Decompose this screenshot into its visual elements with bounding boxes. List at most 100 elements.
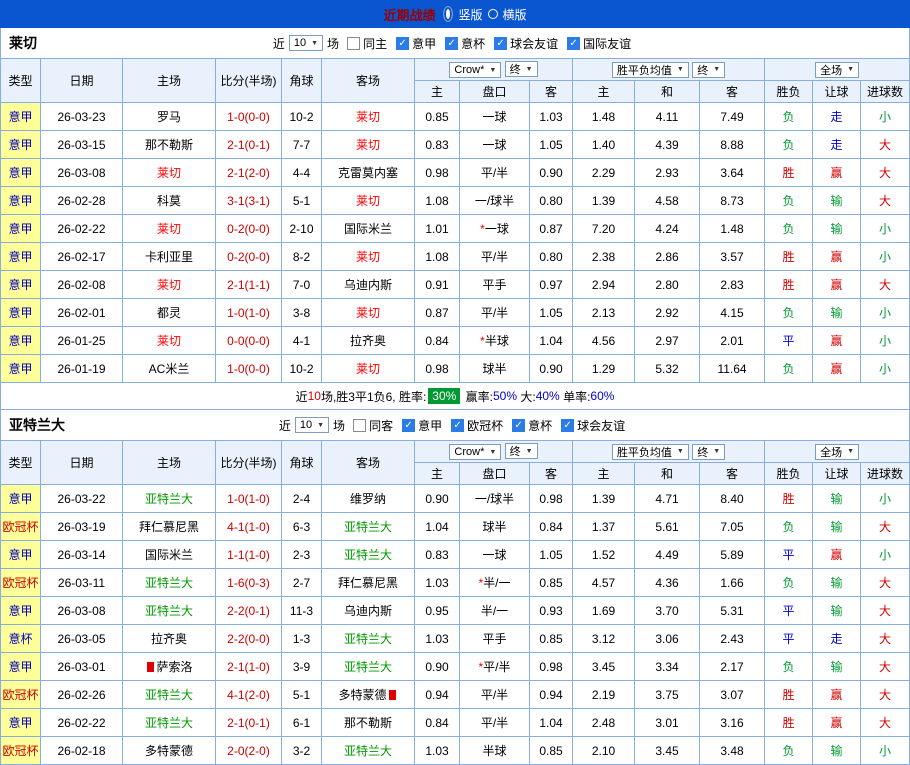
checked-checkbox[interactable]: ✓ [396,36,410,50]
checked-checkbox[interactable]: ✓ [567,36,581,50]
corners: 2-10 [281,214,322,243]
avg-odds-select[interactable]: 胜平负均值 ▼ [611,61,689,78]
col-euro-home: 主 [572,462,636,485]
result-overunder: 大 [860,596,910,625]
away-team: 莱切 [321,186,415,215]
result-wdl: 负 [764,568,814,597]
home-team: 亚特兰大 [122,568,216,597]
table-row: 意甲 26-03-14 国际米兰 1-1(1-0) 2-3 亚特兰大 0.83 一球 1.05 1… [0,540,910,569]
league-type: 意甲 [0,540,41,569]
score: 1-1(1-0) [215,540,282,569]
avg-away-odds: 5.89 [699,540,766,569]
col-corner: 角球 [281,440,322,485]
vertical-radio[interactable] [443,6,454,22]
avg-away-odds: 2.17 [699,652,766,681]
odds-change-star: * [478,576,484,590]
result-wdl: 负 [764,354,814,383]
result-wdl: 负 [764,130,814,159]
bookmaker-select[interactable]: Crow* ▼ [449,62,502,78]
matches-tbody-2: 意甲 26-03-22 亚特兰大 1-0(1-0) 2-4 维罗纳 0.90 一/球半 0.98… [0,484,910,765]
league-type: 意甲 [0,214,41,243]
unchecked-checkbox[interactable] [347,36,361,50]
league-type: 意甲 [0,484,41,513]
avg-home-odds: 1.52 [572,540,636,569]
checked-checkbox[interactable]: ✓ [402,418,416,432]
score: 1-0(1-0) [215,298,282,327]
avg-draw-odds: 4.24 [634,214,701,243]
result-wdl: 负 [764,652,814,681]
handicap-odds-away: 0.94 [528,680,574,709]
match-count-select[interactable]: 10 ▼ [294,417,330,433]
record-summary: 近 10 场,胜3平1负6, 胜率: 30% 赢率: 50% 大: 40% 单率: 60% [0,383,910,410]
result-handicap: 赢 [812,242,862,271]
horizontal-radio[interactable] [487,9,498,19]
home-team: 卡利亚里 [122,242,216,271]
result-handicap: 走 [812,130,862,159]
score: 4-1(1-0) [215,512,282,541]
home-team: 罗马 [122,102,216,131]
result-overunder: 大 [860,512,910,541]
league-type: 欧冠杯 [0,512,41,541]
match-date: 26-03-08 [40,596,123,625]
bookmaker-select[interactable]: Crow* ▼ [449,444,502,460]
table-row: 意甲 26-03-15 那不勒斯 2-1(0-1) 7-7 莱切 0.83 一球 1.05 1.4… [0,130,910,159]
col-type: 类型 [0,440,41,485]
checkbox-label: 球会友谊 [577,418,626,433]
table-row: 欧冠杯 26-03-11 亚特兰大 1-6(0-3) 2-7 拜仁慕尼黑 1.03 *半/一 0… [0,568,910,597]
match-date: 26-03-23 [40,102,123,131]
avg-odds-select[interactable]: 胜平负均值 ▼ [611,443,689,460]
result-wdl: 胜 [764,270,814,299]
unchecked-checkbox[interactable] [353,418,367,432]
col-handicap: 盘口 [459,462,530,485]
handicap-line: 一/球半 [459,484,530,513]
col-date: 日期 [40,58,123,103]
handicap-line: 一球 [459,102,530,131]
final-odds-select[interactable]: 终 ▼ [504,61,538,77]
checked-checkbox[interactable]: ✓ [561,418,575,432]
score: 2-1(1-1) [215,270,282,299]
match-date: 26-03-14 [40,540,123,569]
result-overunder: 大 [860,568,910,597]
away-team: 克雷莫内塞 [321,158,415,187]
checked-checkbox[interactable]: ✓ [451,418,465,432]
score: 1-0(1-0) [215,484,282,513]
match-date: 26-02-17 [40,242,123,271]
checked-checkbox[interactable]: ✓ [512,418,526,432]
score: 2-1(0-1) [215,130,282,159]
final-odds-select[interactable]: 终 ▼ [504,443,538,459]
corners: 2-4 [281,484,322,513]
avg-away-odds: 11.64 [699,354,766,383]
league-type: 意甲 [0,242,41,271]
checked-checkbox[interactable]: ✓ [494,36,508,50]
match-date: 26-03-11 [40,568,123,597]
chevron-down-icon: ▼ [713,66,721,73]
avg-away-odds: 1.48 [699,214,766,243]
score: 0-2(0-0) [215,242,282,271]
result-handicap: 赢 [812,326,862,355]
team-name: 亚特兰大 [9,417,65,433]
team-section-header-2: 亚特兰大 近 10 ▼ 场 同客 ✓ 意甲 ✓ 欧冠杯 ✓ 意杯 ✓ 球会友谊 [0,410,910,440]
scope-select[interactable]: 全场 ▼ [815,443,860,460]
table-row: 意甲 26-02-22 莱切 0-2(0-0) 2-10 国际米兰 1.01 *一球 0.87 7… [0,214,910,243]
scope-select[interactable]: 全场 ▼ [815,61,860,78]
handicap-odds-away: 0.85 [528,736,574,765]
result-wdl: 负 [764,298,814,327]
match-count-select[interactable]: 10 ▼ [288,35,324,51]
avg-home-odds: 2.38 [572,242,636,271]
avg-draw-odds: 4.58 [634,186,701,215]
checkbox-label: 同主 [363,36,388,51]
final-avg-select[interactable]: 终 ▼ [692,443,726,460]
chevron-down-icon: ▼ [317,421,325,429]
final-avg-select[interactable]: 终 ▼ [692,61,726,78]
col-away: 客场 [321,58,415,103]
league-type: 意甲 [0,102,41,131]
league-type: 意甲 [0,326,41,355]
handicap-line: *一球 [459,214,530,243]
checked-checkbox[interactable]: ✓ [445,36,459,50]
avg-home-odds: 7.20 [572,214,636,243]
handicap-odds-home: 0.84 [414,326,460,355]
match-date: 26-02-22 [40,214,123,243]
result-handicap: 赢 [812,158,862,187]
avg-draw-odds: 5.32 [634,354,701,383]
table-row: 欧冠杯 26-02-26 亚特兰大 4-1(2-0) 5-1 多特蒙德 0.94 平/半 0.9… [0,680,910,709]
